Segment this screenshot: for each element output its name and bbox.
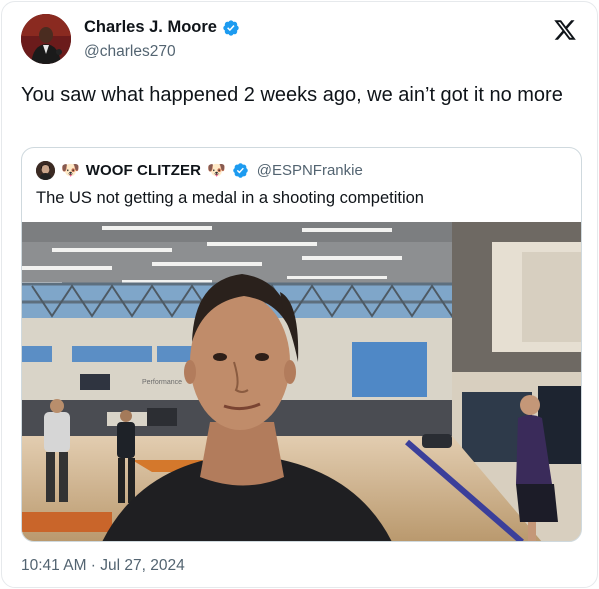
tweet-timestamp[interactable]: 10:41 AM · Jul 27, 2024	[21, 557, 185, 575]
author-handle[interactable]: @charles270	[84, 43, 176, 61]
author-avatar[interactable]	[21, 14, 71, 64]
x-logo-icon[interactable]	[553, 18, 577, 42]
verified-badge-icon	[223, 19, 239, 36]
quoted-tweet-text: The US not getting a medal in a shooting…	[36, 189, 424, 207]
gym-scene-image: Performance	[22, 222, 581, 541]
dog-emoji-icon: 🐶	[207, 162, 226, 179]
quoted-tweet-header: 🐶 WOOF CLITZER 🐶 @ESPNFrankie	[36, 161, 363, 180]
dog-emoji-icon: 🐶	[61, 162, 80, 179]
quoted-tweet-photo[interactable]: Performance	[22, 222, 581, 541]
tweet-text: You saw what happened 2 weeks ago, we ai…	[21, 84, 563, 106]
author-display-name[interactable]: Charles J. Moore	[84, 18, 217, 37]
quoted-author-handle[interactable]: @ESPNFrankie	[257, 162, 363, 179]
quoted-author-avatar[interactable]	[36, 161, 55, 180]
author-avatar-image	[21, 14, 71, 64]
quoted-avatar-image	[36, 161, 55, 180]
author-name-row[interactable]: Charles J. Moore	[84, 18, 240, 37]
verified-badge-icon	[232, 163, 248, 178]
quoted-tweet[interactable]: 🐶 WOOF CLITZER 🐶 @ESPNFrankie The US not…	[21, 147, 582, 542]
svg-text:Performance: Performance	[142, 379, 182, 386]
quoted-author-name[interactable]: WOOF CLITZER	[86, 162, 201, 179]
tweet-card: Charles J. Moore @charles270 You saw wha…	[1, 1, 598, 588]
